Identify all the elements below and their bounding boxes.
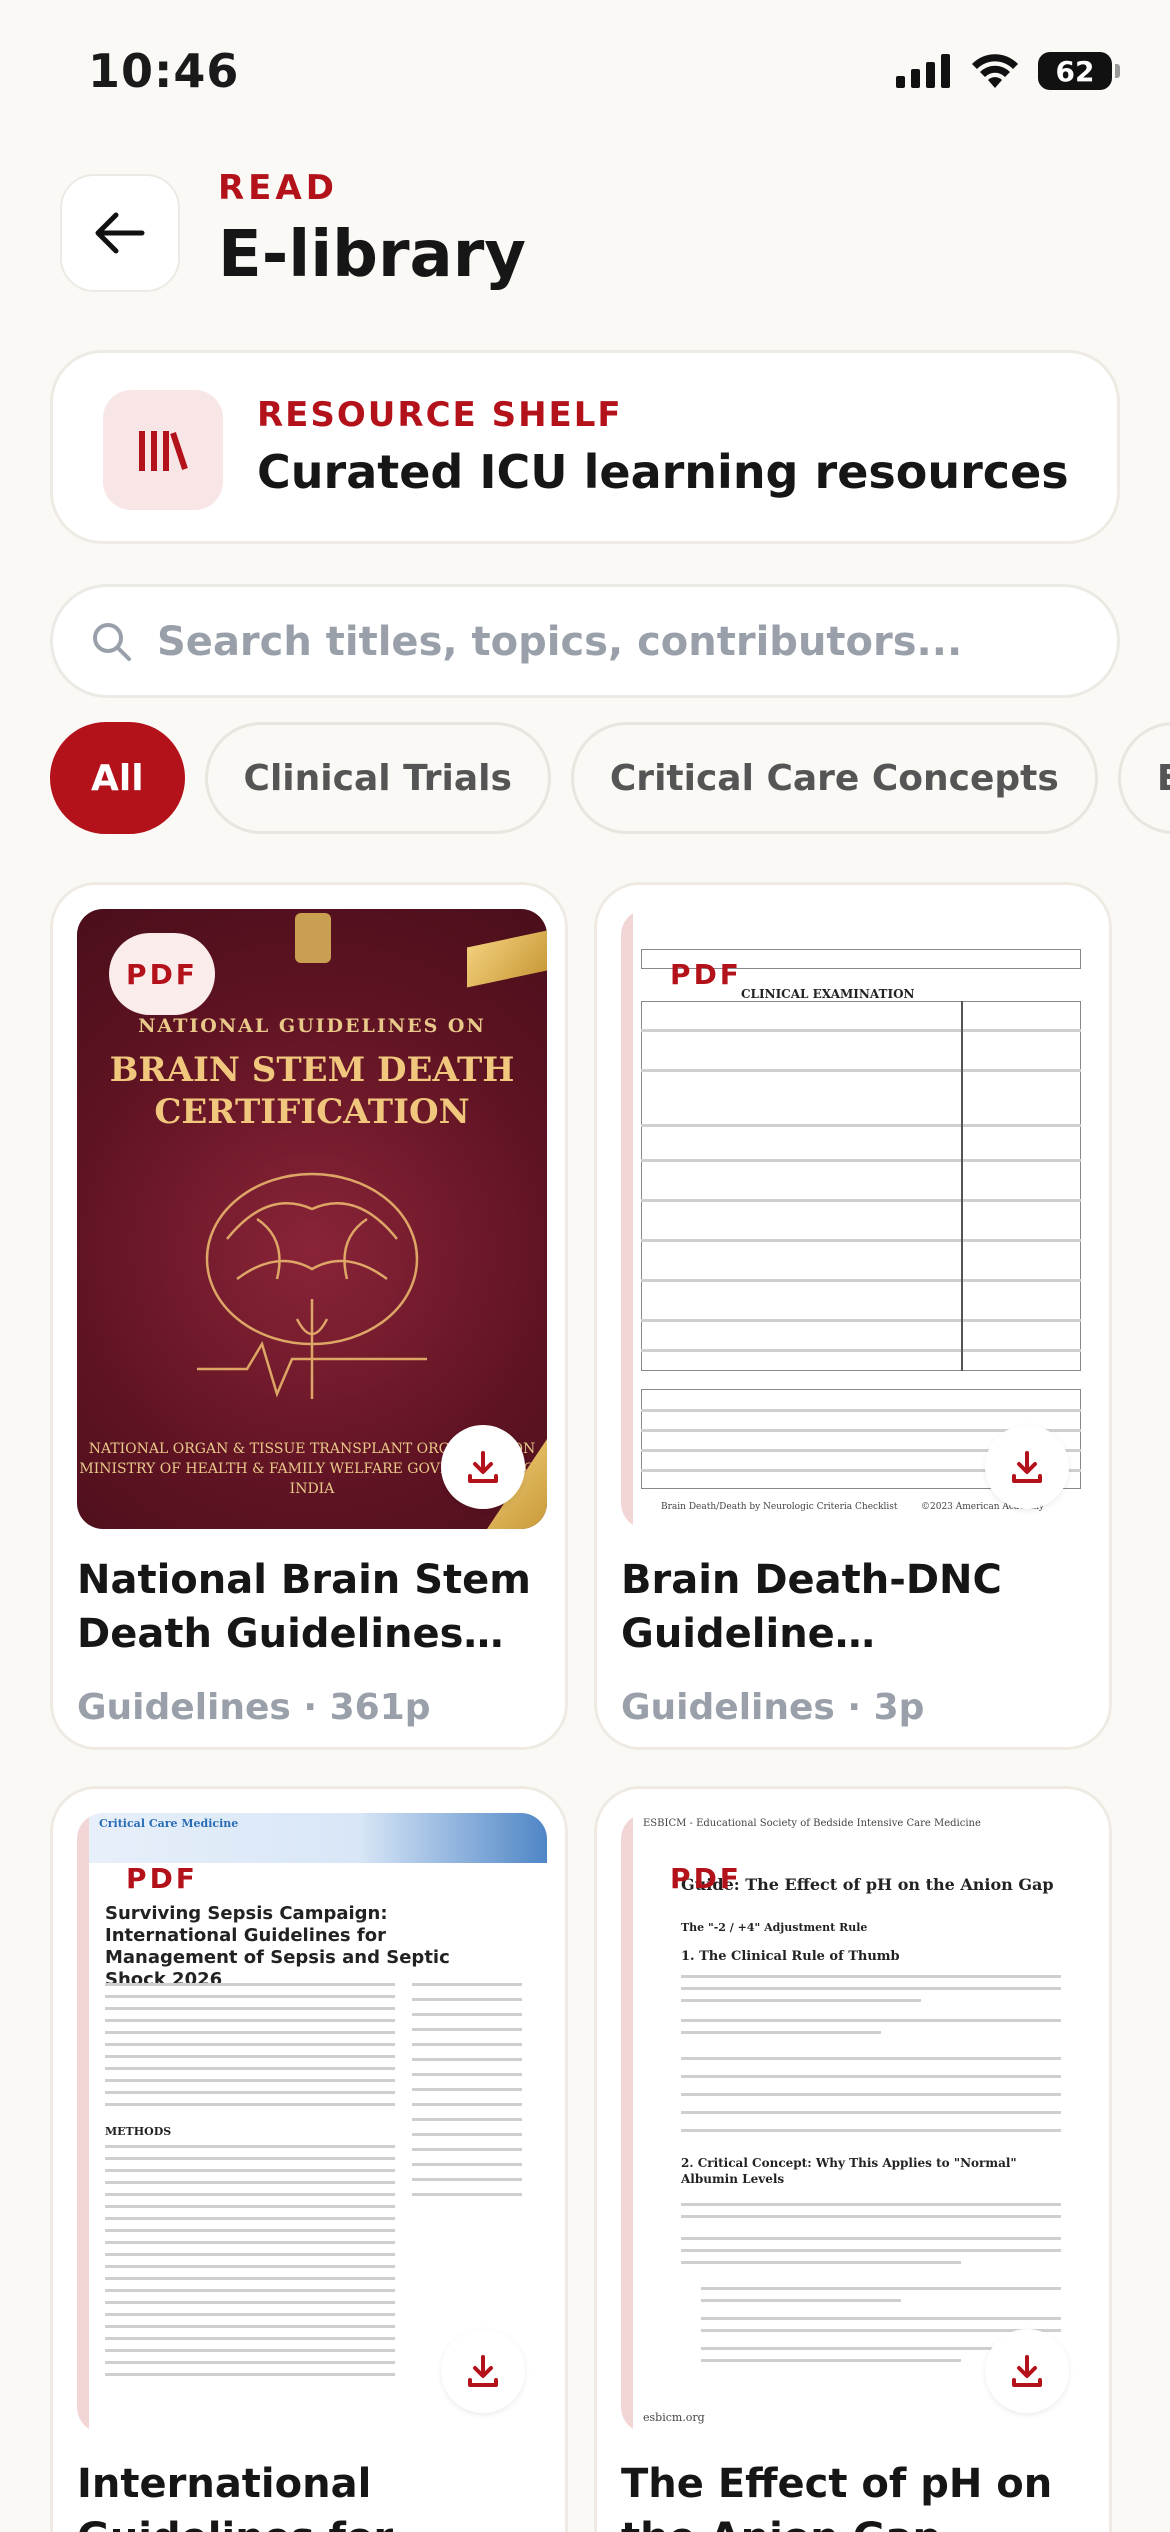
resource-card[interactable]: Critical Care Medicine Surviving Sepsis … (50, 1786, 568, 2532)
pdf-badge: PDF (670, 957, 742, 991)
shelf-eyebrow: RESOURCE SHELF (257, 395, 623, 435)
pdf-badge: PDF (670, 1861, 742, 1895)
resource-card[interactable]: NATIONAL GUIDELINES ON BRAIN STEM DEATH … (50, 882, 568, 1750)
resource-title: The Effect of pH on the Anion Gap (621, 2461, 1053, 2532)
pdf-badge: PDF (126, 1861, 198, 1895)
status-time: 10:46 (88, 44, 240, 98)
search-bar[interactable] (50, 584, 1120, 698)
search-input[interactable] (157, 607, 1097, 677)
doc-organisation: ESBICM - Educational Society of Bedside … (643, 1818, 981, 1829)
resource-meta: Guidelines · 3p (621, 1687, 925, 1728)
brain-illustration-icon (197, 1172, 427, 1399)
download-icon (468, 1451, 498, 1483)
filter-chips: All Clinical Trials Critical Care Concep… (50, 722, 1170, 834)
filter-chip-critical-care-concepts[interactable]: Critical Care Concepts (570, 722, 1098, 834)
cover-subtitle: NATIONAL GUIDELINES ON (138, 1015, 486, 1037)
resource-title: National Brain Stem Death Guidelines 20.… (77, 1557, 531, 1657)
download-button[interactable] (985, 1425, 1069, 1509)
cover-title: BRAIN STEM DEATH CERTIFICATION (109, 1050, 515, 1132)
section-eyebrow: READ (218, 168, 338, 208)
arrow-left-icon (95, 212, 145, 254)
filter-chip-eb[interactable]: Eb (1117, 722, 1170, 834)
status-bar: 10:46 62 (0, 0, 1170, 140)
shelf-title: Curated ICU learning resources (257, 445, 1069, 499)
doc-heading: CLINICAL EXAMINATION (741, 987, 915, 1001)
emblem-icon (295, 913, 331, 963)
doc-site: esbicm.org (643, 2411, 705, 2424)
doc-section: METHODS (105, 2125, 172, 2138)
filter-chip-clinical-trials[interactable]: Clinical Trials (204, 722, 551, 834)
download-button[interactable] (985, 2329, 1069, 2413)
search-icon (93, 623, 131, 661)
doc-section: 1. The Clinical Rule of Thumb (681, 1949, 900, 1964)
resource-thumbnail: Critical Care Medicine Surviving Sepsis … (77, 1813, 547, 2433)
resource-shelf-banner: RESOURCE SHELF Curated ICU learning reso… (50, 350, 1120, 544)
resource-card[interactable]: CLINICAL EXAMINATION Brain Death/Death b… (594, 882, 1112, 1750)
resource-title: Brain Death-DNC Guideline Checklist... (621, 1557, 1002, 1657)
battery-icon: 62 (1038, 52, 1120, 90)
doc-footer: Brain Death/Death by Neurologic Criteria… (661, 1502, 898, 1512)
signal-icon (896, 54, 950, 88)
status-icons: 62 (896, 52, 1120, 90)
download-icon (1012, 2355, 1042, 2387)
journal-name: Critical Care Medicine (99, 1817, 239, 1830)
resource-thumbnail: CLINICAL EXAMINATION Brain Death/Death b… (621, 909, 1091, 1529)
doc-rule: The "-2 / +4" Adjustment Rule (681, 1921, 868, 1934)
resource-card[interactable]: ESBICM - Educational Society of Bedside … (594, 1786, 1112, 2532)
download-button[interactable] (441, 2329, 525, 2413)
resource-thumbnail: ESBICM - Educational Society of Bedside … (621, 1813, 1091, 2433)
bookshelf-icon (103, 390, 223, 510)
download-icon (468, 2355, 498, 2387)
doc-section: 2. Critical Concept: Why This Applies to… (681, 2156, 1017, 2186)
filter-chip-all[interactable]: All (50, 722, 185, 834)
download-button[interactable] (441, 1425, 525, 1509)
page-title: E-library (218, 218, 526, 292)
resource-thumbnail: NATIONAL GUIDELINES ON BRAIN STEM DEATH … (77, 909, 547, 1529)
resource-title: International Guidelines for Mana... (77, 2461, 393, 2532)
back-button[interactable] (60, 174, 180, 292)
download-icon (1012, 1451, 1042, 1483)
pdf-badge: PDF (109, 933, 215, 1015)
resource-meta: Guidelines · 361p (77, 1687, 431, 1728)
wifi-icon (972, 54, 1018, 88)
